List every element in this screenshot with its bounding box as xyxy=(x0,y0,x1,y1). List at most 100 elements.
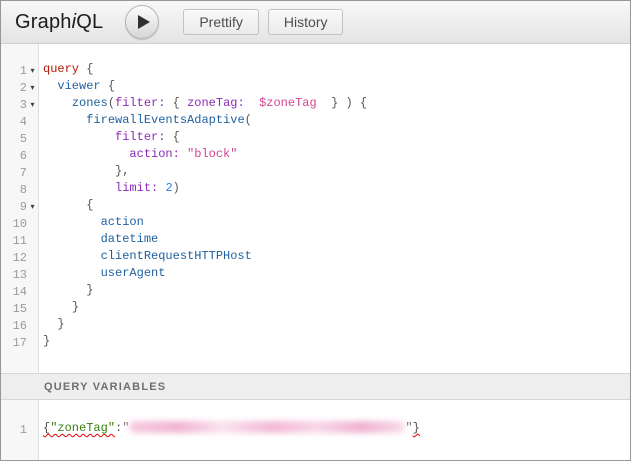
line-number: 12 xyxy=(1,251,27,265)
code-token xyxy=(43,300,72,314)
code-token: userAgent xyxy=(101,266,166,280)
code-token: filter: xyxy=(115,130,165,144)
code-token xyxy=(43,181,115,195)
redacted-value xyxy=(129,421,405,433)
code-token xyxy=(317,96,331,110)
variables-title-bar[interactable]: QUERY VARIABLES xyxy=(1,373,630,400)
gutter-line: 10 xyxy=(1,215,38,232)
code-token: filter: xyxy=(115,96,165,110)
gutter-line: 8 xyxy=(1,181,38,198)
gutter-line: 1▾ xyxy=(1,62,38,79)
code-token: query xyxy=(43,62,79,76)
code-line: limit: 2) xyxy=(39,181,630,198)
code-token: clientRequestHTTPHost xyxy=(101,249,252,263)
variables-editor[interactable]: 1 {"zoneTag":""} xyxy=(1,400,630,460)
code-token xyxy=(245,96,259,110)
code-token xyxy=(43,79,57,93)
code-token: $zoneTag xyxy=(259,96,317,110)
logo-text-ql: QL xyxy=(76,11,103,33)
code-token: ) xyxy=(173,181,180,195)
code-token xyxy=(43,232,101,246)
line-number: 16 xyxy=(1,319,27,333)
code-token: zoneTag: xyxy=(187,96,245,110)
fold-arrow-icon[interactable]: ▾ xyxy=(27,62,38,79)
gutter-line: 11 xyxy=(1,232,38,249)
code-token: } xyxy=(72,300,79,314)
code-token: { xyxy=(86,198,93,212)
code-token: " xyxy=(122,421,129,435)
gutter-line: 15 xyxy=(1,300,38,317)
code-line: } xyxy=(39,317,630,334)
toolbar: GraphiQL Prettify History xyxy=(1,1,630,44)
code-token xyxy=(43,113,86,127)
line-number: 13 xyxy=(1,268,27,282)
graphiql-window: GraphiQL Prettify History 1▾2▾3▾456789▾1… xyxy=(0,0,631,461)
code-token: } ) { xyxy=(331,96,367,110)
code-token: viewer xyxy=(57,79,100,93)
variables-editor-code[interactable]: {"zoneTag":""} xyxy=(39,400,630,460)
code-line: {"zoneTag":""} xyxy=(39,421,630,438)
query-editor-code[interactable]: query { viewer { zones(filter: { zoneTag… xyxy=(39,44,630,373)
code-token: "zoneTag" xyxy=(50,421,115,435)
fold-arrow-icon[interactable]: ▾ xyxy=(27,198,38,215)
execute-query-button[interactable] xyxy=(125,5,159,39)
prettify-button[interactable]: Prettify xyxy=(183,9,259,35)
code-line: filter: { xyxy=(39,130,630,147)
code-line: } xyxy=(39,334,630,351)
code-token: firewallEventsAdaptive xyxy=(86,113,244,127)
line-number: 17 xyxy=(1,336,27,350)
line-number: 8 xyxy=(1,183,27,197)
graphiql-logo: GraphiQL xyxy=(15,11,103,34)
query-editor[interactable]: 1▾2▾3▾456789▾1011121314151617 query { vi… xyxy=(1,44,630,373)
line-number: 4 xyxy=(1,115,27,129)
history-button[interactable]: History xyxy=(268,9,344,35)
gutter-line: 1 xyxy=(1,421,38,438)
line-number: 14 xyxy=(1,285,27,299)
gutter-line: 13 xyxy=(1,266,38,283)
code-line: action: "block" xyxy=(39,147,630,164)
code-token: 2 xyxy=(165,181,172,195)
code-line: datetime xyxy=(39,232,630,249)
line-number: 6 xyxy=(1,149,27,163)
fold-arrow-icon[interactable]: ▾ xyxy=(27,96,38,113)
code-line: } xyxy=(39,300,630,317)
code-token xyxy=(43,283,86,297)
gutter-line: 16 xyxy=(1,317,38,334)
code-token: } xyxy=(86,283,93,297)
code-line: query { xyxy=(39,62,630,79)
gutter-line: 12 xyxy=(1,249,38,266)
play-icon xyxy=(138,15,150,29)
code-token: limit: xyxy=(115,181,158,195)
code-line: action xyxy=(39,215,630,232)
code-token: " xyxy=(405,421,412,435)
line-number: 10 xyxy=(1,217,27,231)
line-number: 5 xyxy=(1,132,27,146)
gutter-line: 7 xyxy=(1,164,38,181)
code-token: } xyxy=(43,334,50,348)
code-line: userAgent xyxy=(39,266,630,283)
code-token: action: xyxy=(129,147,179,161)
code-token: } xyxy=(57,317,64,331)
code-token: }, xyxy=(115,164,129,178)
fold-arrow-icon[interactable]: ▾ xyxy=(27,79,38,96)
line-number: 2 xyxy=(1,81,27,95)
line-number: 15 xyxy=(1,302,27,316)
code-token: action xyxy=(101,215,144,229)
code-token xyxy=(43,249,101,263)
code-line: } xyxy=(39,283,630,300)
code-line: clientRequestHTTPHost xyxy=(39,249,630,266)
code-token: ( xyxy=(108,96,115,110)
code-token xyxy=(43,198,86,212)
code-token: ( xyxy=(245,113,252,127)
gutter-line: 14 xyxy=(1,283,38,300)
code-token xyxy=(43,96,72,110)
line-number: 7 xyxy=(1,166,27,180)
code-line: { xyxy=(39,198,630,215)
code-line: }, xyxy=(39,164,630,181)
code-line: firewallEventsAdaptive( xyxy=(39,113,630,130)
gutter-line: 5 xyxy=(1,130,38,147)
code-token: { xyxy=(165,130,179,144)
gutter-line: 2▾ xyxy=(1,79,38,96)
gutter-line: 6 xyxy=(1,147,38,164)
line-number: 3 xyxy=(1,98,27,112)
